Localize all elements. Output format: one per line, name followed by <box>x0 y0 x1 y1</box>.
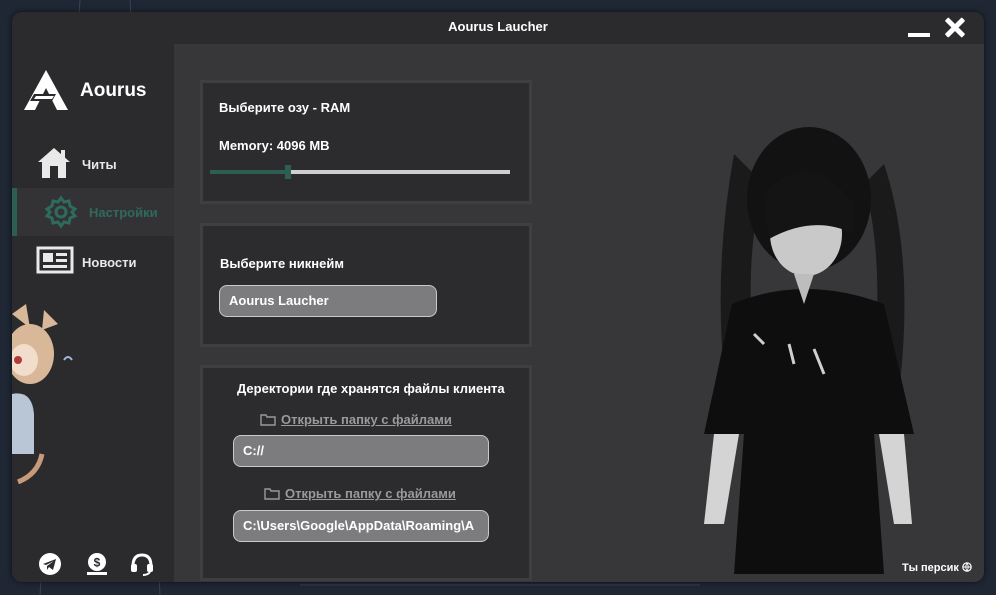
character-toggle[interactable]: Ты персик <box>902 562 972 574</box>
sidebar-item-label: Новости <box>82 255 137 270</box>
aourus-logo-icon <box>24 70 68 110</box>
directories-title: Деректории где хранятся файлы клиента <box>237 381 505 396</box>
slider-fill <box>210 170 288 174</box>
folder-icon <box>264 488 280 500</box>
directories-panel: Деректории где хранятся файлы клиента От… <box>200 365 532 581</box>
newspaper-icon <box>36 246 74 279</box>
sidebar-item-label: Читы <box>82 157 117 172</box>
support-headset-icon[interactable] <box>130 552 154 576</box>
globe-icon <box>962 562 972 572</box>
sidebar-item-settings[interactable]: Настройки <box>12 188 174 236</box>
sidebar: Aourus Читы Настройки Новости $ <box>12 44 174 582</box>
ram-slider[interactable] <box>210 165 510 179</box>
active-indicator <box>12 188 17 236</box>
slider-thumb[interactable] <box>285 165 291 179</box>
settings-content: Выберите озу - RAM Memory: 4096 MB Выбер… <box>174 44 984 582</box>
telegram-icon[interactable] <box>38 552 62 576</box>
open-folder-link-text: Открыть папку с файлами <box>285 486 456 501</box>
svg-text:$: $ <box>94 556 101 570</box>
nickname-panel: Выберите никнейм Aourus Laucher <box>200 223 532 347</box>
ram-title: Выберите озу - RAM <box>219 100 351 115</box>
open-folder-link-2[interactable]: Открыть папку с файлами <box>264 486 456 501</box>
ram-panel: Выберите озу - RAM Memory: 4096 MB <box>200 80 532 204</box>
memory-label: Memory: 4096 MB <box>219 138 330 153</box>
sidebar-item-news[interactable]: Новости <box>12 238 174 286</box>
gear-icon <box>44 195 78 234</box>
donate-icon[interactable]: $ <box>85 552 109 576</box>
open-folder-link-text: Открыть папку с файлами <box>281 412 452 427</box>
sidebar-item-label: Настройки <box>89 205 158 220</box>
character-artwork <box>704 127 914 574</box>
nickname-title: Выберите никнейм <box>220 256 344 271</box>
open-folder-link-1[interactable]: Открыть папку с файлами <box>260 412 452 427</box>
sidebar-item-cheats[interactable]: Читы <box>12 140 174 188</box>
nickname-input[interactable]: Aourus Laucher <box>219 285 437 317</box>
logo-text: Aourus <box>80 80 147 101</box>
character-toggle-label: Ты персик <box>902 562 959 574</box>
close-icon[interactable] <box>944 17 966 39</box>
launcher-window: Aourus Laucher Aourus Читы Настройки Нов… <box>12 12 984 582</box>
mascot-image <box>12 304 73 484</box>
client-path-input-2[interactable]: C:\Users\Google\AppData\Roaming\A <box>233 510 489 542</box>
folder-icon <box>260 414 276 426</box>
window-title: Aourus Laucher <box>448 19 548 34</box>
minimize-icon[interactable] <box>908 18 932 40</box>
client-path-input-1[interactable]: C:// <box>233 435 489 467</box>
home-icon <box>36 146 72 185</box>
app-logo: Aourus <box>24 70 174 114</box>
